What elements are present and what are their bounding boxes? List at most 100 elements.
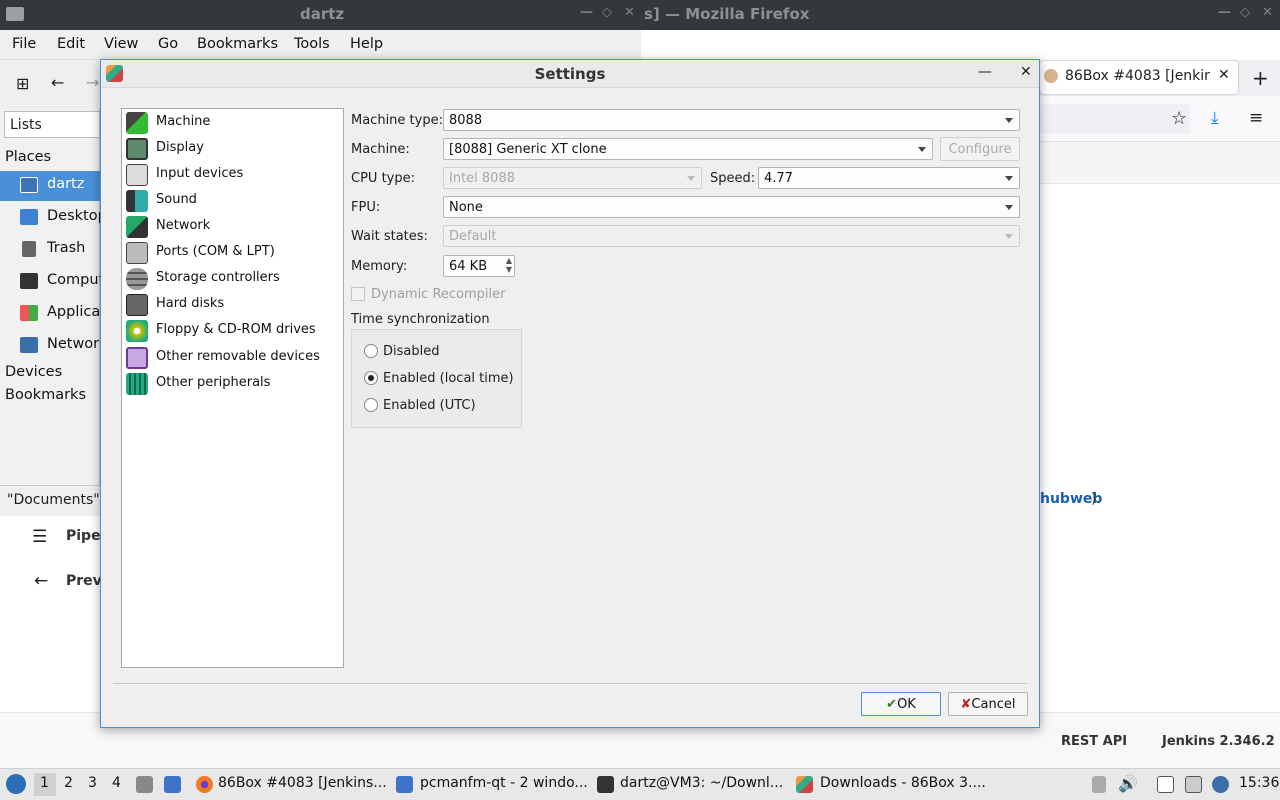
maximize-icon[interactable]: ◇ <box>1240 5 1250 20</box>
fpu-select[interactable]: None <box>443 196 1020 218</box>
place-item-computer[interactable]: Comput <box>0 267 104 297</box>
menu-file[interactable]: File <box>12 36 36 52</box>
place-item-applications[interactable]: Applicat <box>0 299 106 329</box>
monitor-icon[interactable] <box>1185 776 1202 793</box>
tab-close-icon[interactable]: ✕ <box>1218 67 1230 83</box>
category-other-peripherals[interactable]: Other peripherals <box>124 372 340 396</box>
speed-select[interactable]: 4.77 <box>758 167 1020 189</box>
minimize-icon[interactable]: — <box>1218 5 1231 20</box>
menu-tools[interactable]: Tools <box>294 36 330 52</box>
workspace-4[interactable]: 4 <box>112 775 121 791</box>
rest-api-link[interactable]: REST API <box>1061 734 1127 749</box>
dialog-minimize-icon[interactable]: — <box>978 64 992 80</box>
spin-arrows-icon[interactable]: ▲ ▼ <box>506 256 512 274</box>
task-86box[interactable]: Downloads - 86Box 3.... <box>820 775 986 791</box>
link-paren: ) <box>1091 491 1097 507</box>
machine-value: [8088] Generic XT clone <box>449 142 607 157</box>
side-pane-mode-label: Lists <box>10 117 42 133</box>
time-sync-disabled-radio[interactable] <box>364 344 378 358</box>
wait-states-select[interactable]: Default <box>443 225 1020 247</box>
category-label: Storage controllers <box>156 270 280 285</box>
bookmark-star-icon[interactable]: ☆ <box>1171 108 1187 129</box>
category-ports[interactable]: Ports (COM & LPT) <box>124 241 340 265</box>
chevron-down-icon <box>1005 205 1013 210</box>
machine-type-value: 8088 <box>449 113 483 128</box>
category-floppy-cdrom[interactable]: Floppy & CD-ROM drives <box>124 319 340 343</box>
category-hard-disks[interactable]: Hard disks <box>124 293 340 317</box>
keyboard-mouse-icon <box>126 164 148 186</box>
bookmarks-heading: Bookmarks <box>5 387 87 403</box>
category-display[interactable]: Display <box>124 137 340 161</box>
cancel-button[interactable]: ✘Cancel <box>948 692 1028 716</box>
place-item-network[interactable]: Networ <box>0 331 100 361</box>
menu-edit[interactable]: Edit <box>57 36 85 52</box>
volume-icon[interactable]: 🔊 <box>1118 774 1138 793</box>
jenkins-version-link[interactable]: Jenkins 2.346.2 <box>1162 734 1275 749</box>
show-desktop-icon[interactable] <box>164 776 181 793</box>
firefox-tab[interactable]: 86Box #4083 [Jenkins ✕ <box>1040 61 1238 94</box>
category-storage-controllers[interactable]: Storage controllers <box>124 267 340 291</box>
time-sync-utc-radio[interactable] <box>364 398 378 412</box>
dialog-close-icon[interactable]: ✕ <box>1020 64 1032 80</box>
time-sync-local-radio[interactable] <box>364 371 378 385</box>
back-arrow-icon[interactable]: ← <box>51 73 64 92</box>
task-terminal[interactable]: dartz@VM3: ~/Downl... <box>620 775 783 791</box>
new-tab-icon[interactable]: ⊞ <box>16 74 29 93</box>
start-menu-icon[interactable] <box>6 774 26 794</box>
maximize-icon[interactable]: ◇ <box>602 5 612 20</box>
dynarec-checkbox[interactable] <box>351 287 365 301</box>
storage-controller-icon <box>126 268 148 290</box>
task-pcmanfm[interactable]: pcmanfm-qt - 2 windo... <box>420 775 588 791</box>
task-firefox[interactable]: 86Box #4083 [Jenkins... <box>218 775 387 791</box>
menu-view[interactable]: View <box>104 36 138 52</box>
category-network[interactable]: Network <box>124 215 340 239</box>
downloads-icon[interactable]: ⤓ <box>1211 108 1219 128</box>
time-sync-option-label: Enabled (UTC) <box>383 398 476 413</box>
machine-type-select[interactable]: 8088 <box>443 109 1020 131</box>
chevron-down-icon <box>1005 118 1013 123</box>
menu-bookmarks[interactable]: Bookmarks <box>197 36 278 52</box>
side-pane-mode-select[interactable]: Lists <box>4 111 100 138</box>
cpu-type-select[interactable]: Intel 8088 <box>443 167 702 189</box>
settings-dialog: Settings — ✕ Machine Display Input devic… <box>100 59 1040 728</box>
category-other-removable[interactable]: Other removable devices <box>124 346 340 370</box>
fpu-label: FPU: <box>351 200 381 215</box>
category-label: Machine <box>156 114 211 129</box>
file-manager-launcher-icon[interactable] <box>136 776 153 793</box>
network-tray-icon[interactable] <box>1212 776 1229 793</box>
new-tab-plus-icon[interactable]: + <box>1252 66 1269 90</box>
configure-button[interactable]: Configure <box>940 137 1020 161</box>
memory-spinbox[interactable]: 64 KB ▲ ▼ <box>443 255 515 277</box>
category-machine[interactable]: Machine <box>124 111 340 135</box>
window-title-bar: dartz — ◇ ✕ s] — Mozilla Firefox — ◇ ✕ <box>0 0 1280 30</box>
workspace-2[interactable]: 2 <box>64 775 73 791</box>
firefox-url-bar[interactable] <box>1040 104 1190 134</box>
app-menu-icon[interactable]: ≡ <box>1249 108 1263 128</box>
menu-go[interactable]: Go <box>158 36 178 52</box>
close-icon[interactable]: ✕ <box>1262 5 1273 20</box>
floppy-cd-icon <box>126 320 148 342</box>
ok-button[interactable]: ✔OK <box>861 692 941 716</box>
forward-arrow-icon[interactable]: → <box>86 73 99 92</box>
dialog-separator <box>113 683 1027 684</box>
chevron-down-icon <box>918 147 926 152</box>
machine-select[interactable]: [8088] Generic XT clone <box>443 138 933 160</box>
menu-help[interactable]: Help <box>350 36 383 52</box>
folder-task-icon <box>396 776 413 793</box>
category-input-devices[interactable]: Input devices <box>124 163 340 187</box>
tray-arrow-icon[interactable] <box>1092 776 1106 793</box>
workspace-1[interactable]: 1 <box>40 775 49 791</box>
workspace-3[interactable]: 3 <box>88 775 97 791</box>
file-manager-sidebar: Lists Places dartz Desktop Trash Comput … <box>0 108 107 516</box>
place-item-trash[interactable]: Trash <box>0 235 100 265</box>
machine-type-label: Machine type: <box>351 113 443 128</box>
clipboard-icon[interactable] <box>1157 776 1174 793</box>
place-item-desktop[interactable]: Desktop <box>0 203 107 233</box>
category-sound[interactable]: Sound <box>124 189 340 213</box>
place-item-home[interactable]: dartz <box>0 171 100 201</box>
file-manager-menubar: File Edit View Go Bookmarks Tools Help <box>0 30 641 60</box>
place-label: Networ <box>47 336 100 352</box>
minimize-icon[interactable]: — <box>580 5 593 20</box>
close-icon[interactable]: ✕ <box>624 5 635 20</box>
devices-heading: Devices <box>5 364 63 380</box>
